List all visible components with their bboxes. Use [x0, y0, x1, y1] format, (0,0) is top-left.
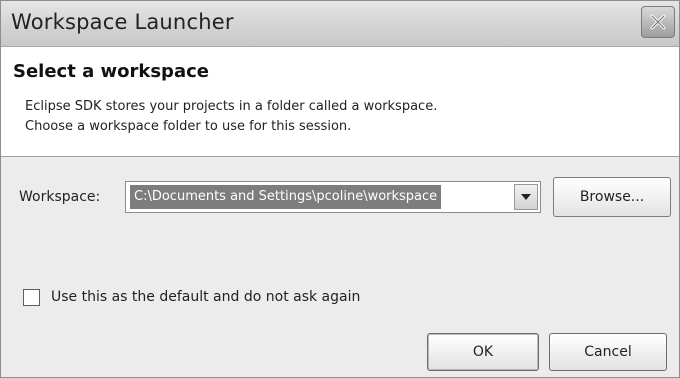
title-bar: Workspace Launcher	[1, 1, 679, 47]
browse-button[interactable]: Browse...	[553, 177, 671, 217]
cancel-button[interactable]: Cancel	[549, 333, 667, 371]
workspace-combo-box[interactable]: C:\Documents and Settings\pcoline\worksp…	[125, 181, 541, 213]
window-title: Workspace Launcher	[11, 10, 234, 34]
header-panel: Select a workspace Eclipse SDK stores yo…	[1, 47, 679, 157]
chevron-down-icon	[521, 194, 531, 200]
workspace-launcher-dialog: Workspace Launcher Select a workspace Ec…	[0, 0, 680, 378]
workspace-dropdown-button[interactable]	[514, 184, 538, 210]
default-checkbox-label[interactable]: Use this as the default and do not ask a…	[51, 289, 360, 305]
close-button[interactable]	[641, 6, 675, 38]
workspace-path-value[interactable]: C:\Documents and Settings\pcoline\worksp…	[130, 185, 442, 209]
default-checkbox[interactable]	[23, 289, 40, 306]
close-icon	[650, 14, 666, 30]
description-line-1: Eclipse SDK stores your projects in a fo…	[25, 99, 438, 114]
workspace-label: Workspace:	[19, 189, 101, 205]
page-title: Select a workspace	[13, 61, 209, 82]
description-line-2: Choose a workspace folder to use for thi…	[25, 119, 352, 134]
ok-button[interactable]: OK	[427, 333, 539, 371]
